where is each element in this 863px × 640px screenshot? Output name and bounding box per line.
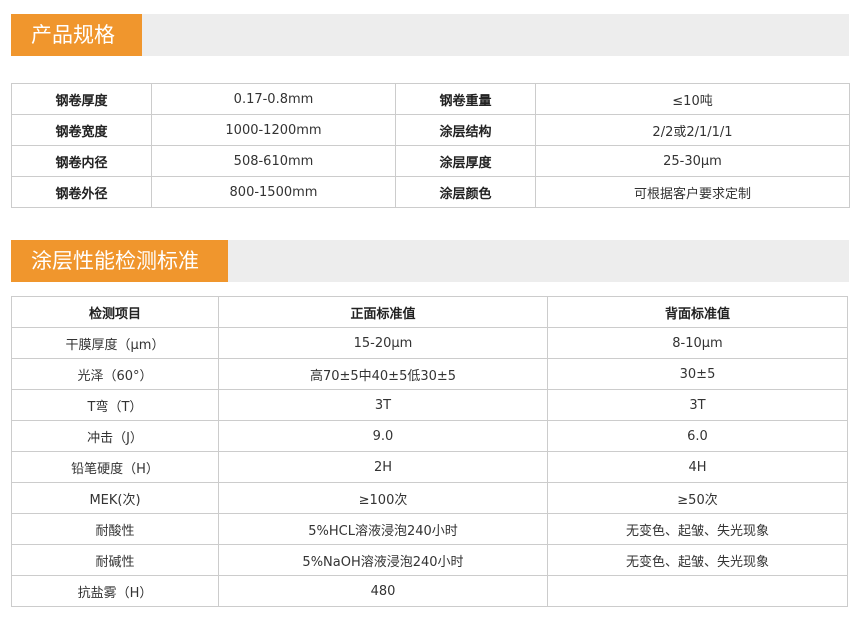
specs-section-header: 产品规格	[11, 14, 849, 56]
front-standard-value: ≥100次	[218, 482, 548, 514]
tests-table: 检测项目 正面标准值 背面标准值 干膜厚度（μm） 15-20μm 8-10μm 光泽（60…	[11, 296, 848, 607]
spec-label: 涂层结构	[395, 114, 536, 146]
column-header: 检测项目	[11, 296, 219, 328]
spec-label: 钢卷外径	[11, 176, 152, 208]
test-item: 耐碱性	[11, 544, 219, 576]
spec-value: 0.17-0.8mm	[151, 83, 396, 115]
specs-row: 钢卷宽度 1000-1200mm 涂层结构 2/2或2/1/1/1	[11, 114, 850, 146]
spec-value: 25-30μm	[535, 145, 850, 177]
specs-table: 钢卷厚度 0.17-0.8mm 钢卷重量 ≤10吨 钢卷宽度 1000-1200mm 涂层结…	[11, 83, 850, 208]
tests-row: 耐碱性 5%NaOH溶液浸泡240小时 无变色、起皱、失光现象	[11, 544, 848, 576]
back-standard-value: 4H	[547, 451, 848, 483]
tests-row: 铅笔硬度（H） 2H 4H	[11, 451, 848, 483]
specs-row: 钢卷内径 508-610mm 涂层厚度 25-30μm	[11, 145, 850, 177]
back-standard-value: 3T	[547, 389, 848, 421]
back-standard-value	[547, 575, 848, 607]
spec-value: ≤10吨	[535, 83, 850, 115]
back-standard-value: 无变色、起皱、失光现象	[547, 513, 848, 545]
front-standard-value: 高70±5中40±5低30±5	[218, 358, 548, 390]
column-header: 正面标准值	[218, 296, 548, 328]
tests-row: 光泽（60°） 高70±5中40±5低30±5 30±5	[11, 358, 848, 390]
back-standard-value: 30±5	[547, 358, 848, 390]
test-item: MEK(次)	[11, 482, 219, 514]
front-standard-value: 15-20μm	[218, 327, 548, 359]
spec-label: 钢卷厚度	[11, 83, 152, 115]
test-item: 干膜厚度（μm）	[11, 327, 219, 359]
tests-section-header: 涂层性能检测标准	[11, 240, 849, 282]
spec-label: 涂层厚度	[395, 145, 536, 177]
spec-label: 钢卷内径	[11, 145, 152, 177]
front-standard-value: 2H	[218, 451, 548, 483]
front-standard-value: 9.0	[218, 420, 548, 452]
spec-value: 800-1500mm	[151, 176, 396, 208]
spec-label: 钢卷重量	[395, 83, 536, 115]
tests-header-row: 检测项目 正面标准值 背面标准值	[11, 296, 848, 328]
specs-row: 钢卷厚度 0.17-0.8mm 钢卷重量 ≤10吨	[11, 83, 850, 115]
test-item: 冲击（J）	[11, 420, 219, 452]
test-item: T弯（T）	[11, 389, 219, 421]
column-header: 背面标准值	[547, 296, 848, 328]
tests-row: 抗盐雾（H） 480	[11, 575, 848, 607]
back-standard-value: 8-10μm	[547, 327, 848, 359]
tests-section-title: 涂层性能检测标准	[11, 240, 228, 282]
spec-label: 涂层颜色	[395, 176, 536, 208]
test-item: 光泽（60°）	[11, 358, 219, 390]
tests-row: 冲击（J） 9.0 6.0	[11, 420, 848, 452]
back-standard-value: 无变色、起皱、失光现象	[547, 544, 848, 576]
tests-row: 耐酸性 5%HCL溶液浸泡240小时 无变色、起皱、失光现象	[11, 513, 848, 545]
back-standard-value: ≥50次	[547, 482, 848, 514]
spec-value: 2/2或2/1/1/1	[535, 114, 850, 146]
front-standard-value: 480	[218, 575, 548, 607]
front-standard-value: 5%NaOH溶液浸泡240小时	[218, 544, 548, 576]
spec-value: 1000-1200mm	[151, 114, 396, 146]
test-item: 抗盐雾（H）	[11, 575, 219, 607]
spec-label: 钢卷宽度	[11, 114, 152, 146]
tests-row: T弯（T） 3T 3T	[11, 389, 848, 421]
back-standard-value: 6.0	[547, 420, 848, 452]
spec-value: 508-610mm	[151, 145, 396, 177]
tests-row: MEK(次) ≥100次 ≥50次	[11, 482, 848, 514]
specs-row: 钢卷外径 800-1500mm 涂层颜色 可根据客户要求定制	[11, 176, 850, 208]
front-standard-value: 5%HCL溶液浸泡240小时	[218, 513, 548, 545]
tests-row: 干膜厚度（μm） 15-20μm 8-10μm	[11, 327, 848, 359]
test-item: 耐酸性	[11, 513, 219, 545]
spec-value: 可根据客户要求定制	[535, 176, 850, 208]
specs-section-title: 产品规格	[11, 14, 142, 56]
front-standard-value: 3T	[218, 389, 548, 421]
test-item: 铅笔硬度（H）	[11, 451, 219, 483]
